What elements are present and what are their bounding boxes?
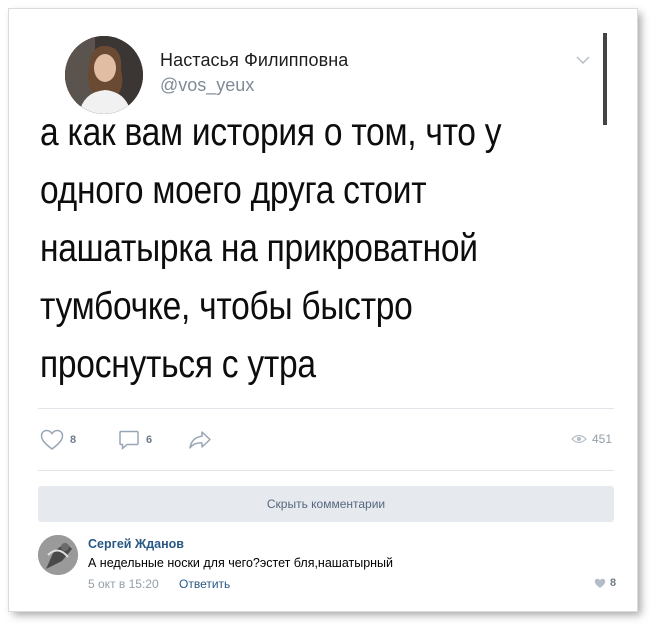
comment-author-name[interactable]: Сергей Жданов xyxy=(88,537,184,551)
like-button[interactable]: 8 xyxy=(40,428,76,452)
comment-icon xyxy=(119,430,139,451)
scroll-indicator xyxy=(603,33,607,125)
author-handle[interactable]: @vos_yeux xyxy=(160,75,254,96)
comment-button[interactable]: 6 xyxy=(118,428,152,452)
hide-comments-button[interactable]: Скрыть комментарии xyxy=(38,486,614,522)
views-count: 451 xyxy=(591,432,612,446)
heart-icon xyxy=(594,578,606,588)
comment-like-count: 8 xyxy=(610,577,617,589)
post-text: а как вам история о том, что у одного мо… xyxy=(40,111,502,386)
comment-author-avatar[interactable] xyxy=(38,535,78,575)
heart-icon xyxy=(40,429,64,450)
author-avatar[interactable] xyxy=(65,36,143,114)
eye-icon xyxy=(571,434,587,444)
chevron-down-icon[interactable] xyxy=(575,55,591,65)
comment-like-button[interactable]: 8 xyxy=(594,577,616,589)
like-count: 8 xyxy=(70,434,77,446)
divider xyxy=(38,408,614,409)
divider xyxy=(38,470,614,471)
reply-button[interactable]: Ответить xyxy=(179,577,230,591)
comment-text: А недельные носки для чего?эстет бля,наш… xyxy=(88,556,394,570)
post-actions: 8 6 451 xyxy=(40,428,620,452)
comment-count: 6 xyxy=(146,434,153,446)
comment-date[interactable]: 5 окт в 15:20 xyxy=(88,577,159,591)
share-button[interactable] xyxy=(188,428,212,452)
views-counter: 451 xyxy=(571,432,612,446)
author-name[interactable]: Настасья Филипповна xyxy=(160,50,348,71)
share-icon xyxy=(189,431,211,449)
